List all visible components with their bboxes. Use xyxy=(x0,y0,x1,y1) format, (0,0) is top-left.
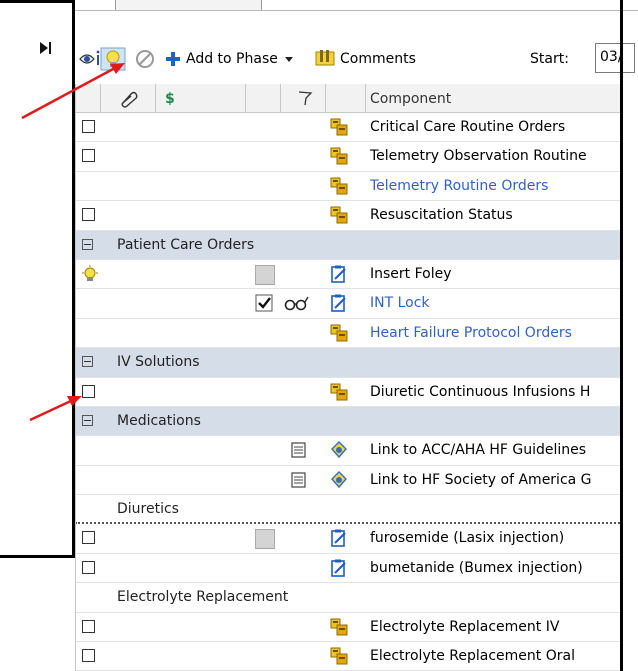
arrow-to-checkbox xyxy=(29,398,74,422)
annotation-arrows xyxy=(21,63,125,422)
arrow-to-lightbulb xyxy=(21,66,116,120)
